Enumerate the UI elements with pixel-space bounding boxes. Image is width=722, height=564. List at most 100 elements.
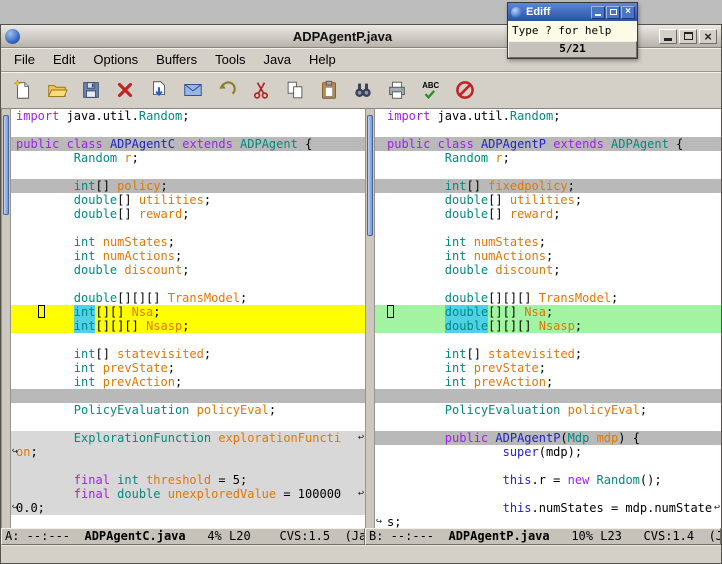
code-line[interactable]: int[] statevisited; — [375, 347, 721, 361]
code-line[interactable] — [375, 417, 721, 431]
code-line[interactable]: s;↪ — [375, 515, 721, 528]
code-line[interactable]: PolicyEvaluation policyEval; — [11, 403, 365, 417]
scrollbar-a[interactable] — [1, 109, 11, 528]
search-button[interactable] — [349, 76, 377, 104]
code-line[interactable]: double[][][] TransModel; — [11, 291, 365, 305]
close-icon: × — [625, 7, 631, 17]
print-button[interactable] — [383, 76, 411, 104]
modeline-a[interactable]: A: --:--- ADPAgentC.java 4% L20 CVS:1.5 … — [1, 528, 365, 545]
code-line[interactable] — [375, 221, 721, 235]
menu-java[interactable]: Java — [254, 49, 299, 70]
echo-area[interactable] — [1, 545, 721, 563]
code-line[interactable] — [375, 123, 721, 137]
code-line[interactable]: double[][] Nsa; — [375, 305, 721, 319]
code-line[interactable]: this.r = new Random(); — [375, 473, 721, 487]
code-line[interactable]: int prevAction; — [375, 375, 721, 389]
code-line[interactable] — [375, 333, 721, 347]
code-line[interactable]: double[] reward; — [375, 207, 721, 221]
code-line[interactable]: Random r; — [11, 151, 365, 165]
code-line[interactable]: double[] reward; — [11, 207, 365, 221]
code-line[interactable]: int[][] Nsa; — [11, 305, 365, 319]
code-line[interactable]: int[] policy; — [11, 179, 365, 193]
spell-check-button[interactable]: ABC — [417, 76, 445, 104]
code-line[interactable] — [375, 277, 721, 291]
code-line[interactable]: ExplorationFunction explorationFuncti↩ — [11, 431, 365, 445]
modeline-b[interactable]: B: --:--- ADPAgentP.java 10% L23 CVS:1.4… — [365, 528, 721, 545]
code-line[interactable]: int numStates; — [375, 235, 721, 249]
code-line[interactable]: PolicyEvaluation policyEval; — [375, 403, 721, 417]
code-line[interactable]: double[][][] TransModel; — [375, 291, 721, 305]
code-line[interactable]: Random r; — [375, 151, 721, 165]
menu-help[interactable]: Help — [300, 49, 345, 70]
code-line[interactable]: public ADPAgentP(Mdp mdp) { — [375, 431, 721, 445]
ediff-close-button[interactable]: × — [621, 6, 635, 19]
paste-button[interactable] — [315, 76, 343, 104]
scrollbar-b[interactable] — [365, 109, 375, 528]
code-line[interactable]: int[] statevisited; — [11, 347, 365, 361]
code-line[interactable]: final double unexploredValue = 100000↩ — [11, 487, 365, 501]
ediff-minimize-button[interactable] — [591, 6, 605, 19]
code-line[interactable]: int numActions; — [11, 249, 365, 263]
code-line[interactable]: int prevAction; — [11, 375, 365, 389]
mail-button[interactable] — [179, 76, 207, 104]
code-line[interactable] — [375, 459, 721, 473]
scrollbar-a-thumb[interactable] — [3, 115, 9, 215]
code-line[interactable]: double discount; — [11, 263, 365, 277]
code-line[interactable]: int[][][] Nsasp; — [11, 319, 365, 333]
code-line[interactable]: import java.util.Random; — [11, 109, 365, 123]
code-line[interactable] — [375, 389, 721, 403]
ediff-maximize-button[interactable] — [606, 6, 620, 19]
open-folder-button[interactable] — [43, 76, 71, 104]
copy-button[interactable] — [281, 76, 309, 104]
code-line[interactable] — [11, 277, 365, 291]
save-as-button[interactable] — [145, 76, 173, 104]
code-line[interactable]: int numActions; — [375, 249, 721, 263]
code-line[interactable]: double[] utilities; — [11, 193, 365, 207]
code-line[interactable]: public class ADPAgentP extends ADPAgent … — [375, 137, 721, 151]
close-buffer-button[interactable] — [111, 76, 139, 104]
code-line[interactable]: import java.util.Random; — [375, 109, 721, 123]
new-file-icon — [12, 79, 34, 101]
code-line[interactable]: this.numStates = mdp.numState↩ — [375, 501, 721, 515]
code-line[interactable]: double[][][] Nsasp; — [375, 319, 721, 333]
code-line[interactable]: public class ADPAgentC extends ADPAgent … — [11, 137, 365, 151]
maximize-button[interactable] — [679, 29, 697, 44]
code-line[interactable]: int numStates; — [11, 235, 365, 249]
stop-button[interactable] — [451, 76, 479, 104]
save-button[interactable] — [77, 76, 105, 104]
ediff-titlebar[interactable]: Ediff × — [508, 3, 637, 21]
menu-tools[interactable]: Tools — [206, 49, 254, 70]
menu-buffers[interactable]: Buffers — [147, 49, 206, 70]
code-line[interactable] — [375, 487, 721, 501]
scrollbar-b-thumb[interactable] — [367, 115, 373, 236]
code-line[interactable] — [11, 221, 365, 235]
code-line[interactable]: final int threshold = 5; — [11, 473, 365, 487]
menu-edit[interactable]: Edit — [44, 49, 84, 70]
code-line[interactable] — [11, 459, 365, 473]
source-text-a[interactable]: import java.util.Random; public class ADP… — [11, 109, 365, 528]
code-line[interactable] — [375, 165, 721, 179]
maximize-icon — [610, 9, 617, 15]
code-line[interactable] — [11, 389, 365, 403]
code-line[interactable]: super(mdp); — [375, 445, 721, 459]
close-button[interactable]: × — [699, 29, 717, 44]
menu-file[interactable]: File — [5, 49, 44, 70]
new-file-button[interactable] — [9, 76, 37, 104]
code-line[interactable]: int prevState; — [375, 361, 721, 375]
code-line[interactable] — [11, 165, 365, 179]
code-line[interactable] — [11, 123, 365, 137]
code-line[interactable]: 0.0;↪ — [11, 501, 365, 515]
source-text-b[interactable]: import java.util.Random; public class ADP… — [375, 109, 721, 528]
code-line[interactable] — [11, 333, 365, 347]
undo-button[interactable] — [213, 76, 241, 104]
code-line[interactable]: double discount; — [375, 263, 721, 277]
wrap-indicator-icon: ↪ — [376, 515, 382, 528]
code-line[interactable]: int[] fixedpolicy; — [375, 179, 721, 193]
code-line[interactable] — [11, 417, 365, 431]
code-line[interactable]: on;↪ — [11, 445, 365, 459]
minimize-button[interactable] — [659, 29, 677, 44]
cut-button[interactable] — [247, 76, 275, 104]
code-line[interactable]: int prevState; — [11, 361, 365, 375]
code-line[interactable]: double[] utilities; — [375, 193, 721, 207]
menu-options[interactable]: Options — [84, 49, 147, 70]
